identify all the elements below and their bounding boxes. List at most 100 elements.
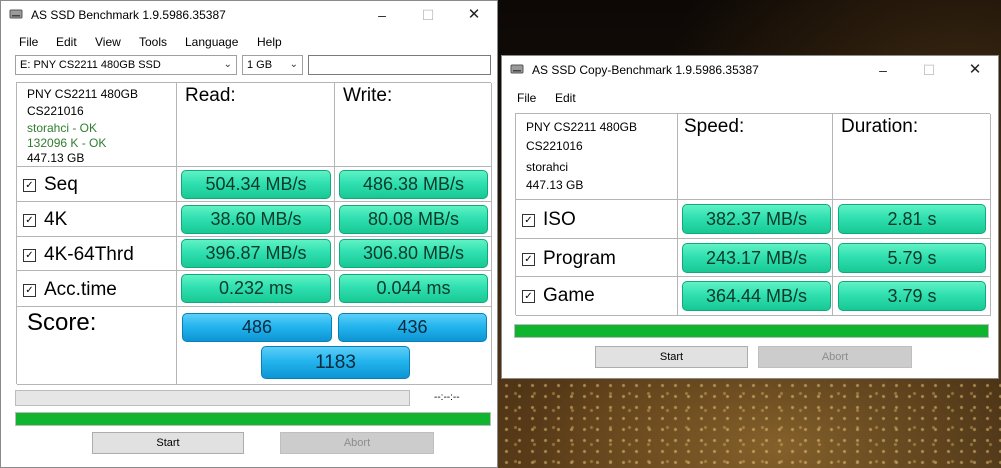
duration-header-cell: Duration: [833,114,991,200]
copy-menu-edit[interactable]: Edit [555,91,576,105]
minimize-button[interactable]: – [359,1,405,29]
menu-file[interactable]: File [19,35,38,49]
game-speed-cell: 364.44 MB/s [678,277,833,316]
seq-checkbox-label[interactable]: ✓ Seq [23,174,78,196]
write-header: Write: [343,85,393,106]
drive-capacity: 447.13 GB [27,151,85,165]
close-button[interactable]: ✕ [451,1,497,29]
iso-duration-cell: 2.81 s [833,200,991,239]
program-checkbox-label[interactable]: ✓ Program [522,248,616,270]
row-seq-label-cell: ✓ Seq [17,167,177,202]
row-4k64-label-cell: ✓ 4K-64Thrd [17,237,177,271]
drive-select[interactable]: E: PNY CS2211 480GB SSD ⌄ [15,55,237,75]
score-values-cell: 486 436 1183 [177,307,492,385]
alignment-status: 132096 K - OK [27,136,107,150]
seq-read-value: 504.34 MB/s [181,170,331,199]
drive-info-panel: PNY CS2211 480GB CS221016 storahci - OK … [17,83,177,167]
4k-label: 4K [44,209,68,230]
program-duration-cell: 5.79 s [833,239,991,277]
status-bar-empty [15,390,410,406]
menu-edit[interactable]: Edit [56,35,77,49]
copy-menu-bar: File Edit [502,87,998,109]
copy-abort-button[interactable]: Abort [758,346,912,368]
copy-close-button[interactable]: ✕ [952,56,998,84]
copy-window-title: AS SSD Copy-Benchmark 1.9.5986.35387 [532,63,759,77]
copy-start-button[interactable]: Start [595,346,748,368]
score-write-value: 436 [338,313,487,342]
test-size-select[interactable]: 1 GB ⌄ [242,55,303,75]
copy-minimize-button[interactable]: – [860,56,906,84]
game-checkbox-label[interactable]: ✓ Game [522,285,595,307]
checkmark-icon[interactable]: ✓ [522,214,535,227]
speed-header-cell: Speed: [678,114,833,200]
menu-help[interactable]: Help [257,35,282,49]
row-game-label-cell: ✓ Game [516,277,678,316]
4k-read-value: 38.60 MB/s [181,205,331,234]
copy-title-bar[interactable]: AS SSD Copy-Benchmark 1.9.5986.35387 – ☐… [502,56,998,84]
row-program-label-cell: ✓ Program [516,239,678,277]
elapsed-time: --:--:-- [434,392,460,403]
seq-read-cell: 504.34 MB/s [177,167,335,202]
acctime-checkbox-label[interactable]: ✓ Acc.time [23,279,117,301]
copy-drive-model: PNY CS2211 480GB [526,120,637,134]
disk-drive-icon [9,9,23,19]
drive-firmware: CS221016 [27,104,84,118]
4k-read-cell: 38.60 MB/s [177,202,335,237]
iso-checkbox-label[interactable]: ✓ ISO [522,209,576,231]
menu-tools[interactable]: Tools [139,35,167,49]
checkmark-icon[interactable]: ✓ [23,249,36,262]
iso-speed-cell: 382.37 MB/s [678,200,833,239]
drive-model: PNY CS2211 480GB [27,87,138,101]
copy-drive-info-panel: PNY CS2211 480GB CS221016 storahci 447.1… [516,114,678,200]
program-label: Program [543,248,616,269]
driver-status: storahci - OK [27,121,98,135]
copy-drive-capacity: 447.13 GB [526,178,584,192]
checkmark-icon[interactable]: ✓ [522,253,535,266]
title-bar[interactable]: AS SSD Benchmark 1.9.5986.35387 – ☐ ✕ [1,1,497,29]
4k64-write-value: 306.80 MB/s [339,239,488,268]
acctime-read-cell: 0.232 ms [177,271,335,307]
checkmark-icon[interactable]: ✓ [23,214,36,227]
copy-maximize-button[interactable]: ☐ [906,56,952,84]
copy-results-grid: PNY CS2211 480GB CS221016 storahci 447.1… [515,113,991,316]
acctime-read-value: 0.232 ms [181,274,331,303]
copy-driver: storahci [526,160,569,174]
checkmark-icon[interactable]: ✓ [23,284,36,297]
4k-write-cell: 80.08 MB/s [335,202,492,237]
checkmark-icon[interactable]: ✓ [23,179,36,192]
4k-checkbox-label[interactable]: ✓ 4K [23,209,67,231]
game-duration-value: 3.79 s [838,281,986,311]
row-acctime-label-cell: ✓ Acc.time [17,271,177,307]
abort-button[interactable]: Abort [280,432,434,454]
drive-select-value: E: PNY CS2211 480GB SSD [20,59,161,71]
menu-language[interactable]: Language [185,35,238,49]
as-ssd-benchmark-window: AS SSD Benchmark 1.9.5986.35387 – ☐ ✕ Fi… [0,0,498,468]
game-speed-value: 364.44 MB/s [682,281,831,311]
row-iso-label-cell: ✓ ISO [516,200,678,239]
start-button[interactable]: Start [92,432,244,454]
iso-speed-value: 382.37 MB/s [682,204,831,234]
4k64-checkbox-label[interactable]: ✓ 4K-64Thrd [23,244,134,266]
window-title: AS SSD Benchmark 1.9.5986.35387 [31,8,226,22]
program-speed-value: 243.17 MB/s [682,243,831,273]
iso-duration-value: 2.81 s [838,204,986,234]
text-input[interactable] [308,55,491,75]
menu-view[interactable]: View [95,35,121,49]
progress-bar-track [15,412,491,426]
read-header-cell: Read: [177,83,335,167]
checkmark-icon[interactable]: ✓ [522,290,535,303]
results-grid: PNY CS2211 480GB CS221016 storahci - OK … [16,82,492,385]
seq-write-cell: 486.38 MB/s [335,167,492,202]
acctime-write-cell: 0.044 ms [335,271,492,307]
4k64-read-value: 396.87 MB/s [181,239,331,268]
4k64-read-cell: 396.87 MB/s [177,237,335,271]
4k64-write-cell: 306.80 MB/s [335,237,492,271]
4k64-label: 4K-64Thrd [44,244,134,265]
copy-menu-file[interactable]: File [517,91,536,105]
menu-bar: File Edit View Tools Language Help [1,31,497,53]
program-duration-value: 5.79 s [838,243,986,273]
acctime-label: Acc.time [44,279,117,300]
game-duration-cell: 3.79 s [833,277,991,316]
maximize-button[interactable]: ☐ [405,1,451,29]
score-total-value: 1183 [261,346,410,379]
